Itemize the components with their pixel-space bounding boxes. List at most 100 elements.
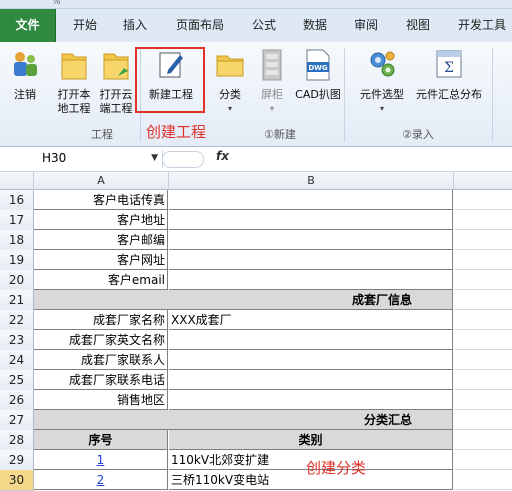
table-row: 17 客户地址 bbox=[0, 210, 512, 231]
cell-c[interactable] bbox=[454, 370, 512, 390]
dwg-file-icon: DWG bbox=[306, 49, 330, 81]
cell-a[interactable]: 客户邮编 bbox=[34, 230, 168, 250]
serial-link[interactable]: 1 bbox=[34, 450, 168, 470]
cell-a[interactable]: 销售地区 bbox=[34, 390, 168, 410]
cell-c[interactable] bbox=[454, 250, 512, 270]
table-row: 29 1 110kV北郊变扩建 bbox=[0, 450, 512, 471]
tab-data[interactable]: 数据 bbox=[295, 9, 335, 42]
cell-c[interactable] bbox=[454, 450, 512, 470]
cell-a[interactable]: 客户电话传真 bbox=[34, 190, 168, 210]
tab-insert[interactable]: 插入 bbox=[114, 9, 156, 42]
cell-a[interactable]: 成套厂家名称 bbox=[34, 310, 168, 330]
row-header[interactable]: 27 bbox=[0, 410, 34, 431]
svg-text:Σ: Σ bbox=[444, 60, 454, 76]
open-cloud-project-button[interactable]: 打开云 端工程 bbox=[96, 48, 136, 116]
name-box[interactable]: H30 ▼ bbox=[38, 149, 163, 168]
logout-icon bbox=[14, 52, 37, 76]
cloud-folder-icon bbox=[103, 53, 129, 80]
cell-a[interactable]: 成套厂家联系人 bbox=[34, 350, 168, 370]
cell-b[interactable] bbox=[169, 370, 453, 390]
cell-c[interactable] bbox=[454, 330, 512, 350]
cell-a[interactable]: 成套厂家英文名称 bbox=[34, 330, 168, 350]
component-summary-button[interactable]: Σ 元件汇总分布 bbox=[412, 48, 486, 102]
row-header[interactable]: 26 bbox=[0, 390, 34, 411]
cell-c[interactable] bbox=[454, 350, 512, 370]
cell-b[interactable] bbox=[169, 230, 453, 250]
cell-c[interactable] bbox=[454, 310, 512, 330]
formula-bar-controls[interactable] bbox=[162, 151, 204, 168]
new-project-highlight bbox=[135, 47, 205, 113]
logout-button[interactable]: 注销 bbox=[4, 48, 46, 102]
cell-c[interactable] bbox=[454, 390, 512, 410]
component-select-button[interactable]: 元件选型 ▾ bbox=[354, 48, 410, 116]
cell-c[interactable] bbox=[454, 230, 512, 250]
row-header[interactable]: 21 bbox=[0, 290, 34, 311]
row-header-selected[interactable]: 30 bbox=[0, 470, 34, 491]
component-select-dropdown-icon: ▾ bbox=[379, 104, 384, 113]
cabinet-button[interactable]: 屏柜 ▾ bbox=[252, 48, 292, 116]
cell-c[interactable] bbox=[454, 290, 512, 310]
cell-a[interactable]: 客户网址 bbox=[34, 250, 168, 270]
row-header[interactable]: 29 bbox=[0, 450, 34, 471]
quick-access-zoom-fragment: % bbox=[52, 0, 62, 7]
table-row: 28 序号 类别 bbox=[0, 430, 512, 451]
tab-file[interactable]: 文件 bbox=[0, 9, 56, 42]
cell-b[interactable] bbox=[169, 250, 453, 270]
row-header[interactable]: 16 bbox=[0, 190, 34, 211]
tab-review[interactable]: 审阅 bbox=[346, 9, 386, 42]
cell-b[interactable] bbox=[169, 390, 453, 410]
name-box-dropdown-icon[interactable]: ▼ bbox=[151, 149, 158, 168]
cell-a[interactable]: 成套厂家联系电话 bbox=[34, 370, 168, 390]
svg-text:DWG: DWG bbox=[308, 64, 328, 72]
formula-bar: H30 ▼ fx bbox=[0, 147, 512, 172]
column-header-b[interactable]: B bbox=[169, 172, 454, 190]
cell-b[interactable]: XXX成套厂 bbox=[169, 310, 453, 330]
tab-home[interactable]: 开始 bbox=[62, 9, 108, 42]
row-header[interactable]: 20 bbox=[0, 270, 34, 291]
select-all-corner[interactable] bbox=[0, 172, 34, 190]
ribbon-tabs: 文件 开始 插入 页面布局 公式 数据 审阅 视图 开发工具 bbox=[0, 9, 512, 43]
column-header-c[interactable] bbox=[454, 172, 512, 190]
column-label-category[interactable]: 类别 bbox=[169, 430, 453, 450]
cell-a[interactable]: 客户email bbox=[34, 270, 168, 290]
function-icon[interactable]: fx bbox=[216, 149, 229, 163]
tab-formulas[interactable]: 公式 bbox=[244, 9, 284, 42]
table-row: 25 成套厂家联系电话 bbox=[0, 370, 512, 391]
tab-developer[interactable]: 开发工具 bbox=[452, 9, 512, 42]
row-header[interactable]: 17 bbox=[0, 210, 34, 231]
name-box-value: H30 bbox=[42, 151, 67, 165]
row-header[interactable]: 23 bbox=[0, 330, 34, 351]
cell-c[interactable] bbox=[454, 190, 512, 210]
cell-b[interactable] bbox=[169, 350, 453, 370]
serial-link[interactable]: 2 bbox=[34, 470, 168, 490]
cell-b[interactable] bbox=[169, 210, 453, 230]
section-header-manufacturer[interactable]: 成套厂信息 bbox=[34, 290, 453, 310]
cell-b[interactable] bbox=[169, 190, 453, 210]
table-row: 23 成套厂家英文名称 bbox=[0, 330, 512, 351]
row-header[interactable]: 19 bbox=[0, 250, 34, 271]
column-label-serial[interactable]: 序号 bbox=[34, 430, 168, 450]
table-row: 27 分类汇总 bbox=[0, 410, 512, 431]
cabinet-icon bbox=[262, 49, 282, 81]
open-local-project-button[interactable]: 打开本 地工程 bbox=[54, 48, 94, 116]
cell-b[interactable] bbox=[169, 270, 453, 290]
group-separator bbox=[344, 48, 345, 142]
column-header-a[interactable]: A bbox=[34, 172, 169, 190]
cell-c[interactable] bbox=[454, 410, 512, 430]
cell-c[interactable] bbox=[454, 270, 512, 290]
tab-view[interactable]: 视图 bbox=[398, 9, 438, 42]
cad-extract-button[interactable]: DWG CAD扒图 bbox=[294, 48, 342, 102]
row-header[interactable]: 22 bbox=[0, 310, 34, 331]
category-button[interactable]: 分类 ▾ bbox=[210, 48, 250, 116]
cell-b[interactable] bbox=[169, 330, 453, 350]
cell-c[interactable] bbox=[454, 430, 512, 450]
cell-c[interactable] bbox=[454, 470, 512, 490]
row-header[interactable]: 25 bbox=[0, 370, 34, 391]
cell-a[interactable]: 客户地址 bbox=[34, 210, 168, 230]
row-header[interactable]: 18 bbox=[0, 230, 34, 251]
row-header[interactable]: 28 bbox=[0, 430, 34, 451]
tab-page-layout[interactable]: 页面布局 bbox=[168, 9, 232, 42]
row-header[interactable]: 24 bbox=[0, 350, 34, 371]
section-header-category-summary[interactable]: 分类汇总 bbox=[34, 410, 453, 430]
cell-c[interactable] bbox=[454, 210, 512, 230]
